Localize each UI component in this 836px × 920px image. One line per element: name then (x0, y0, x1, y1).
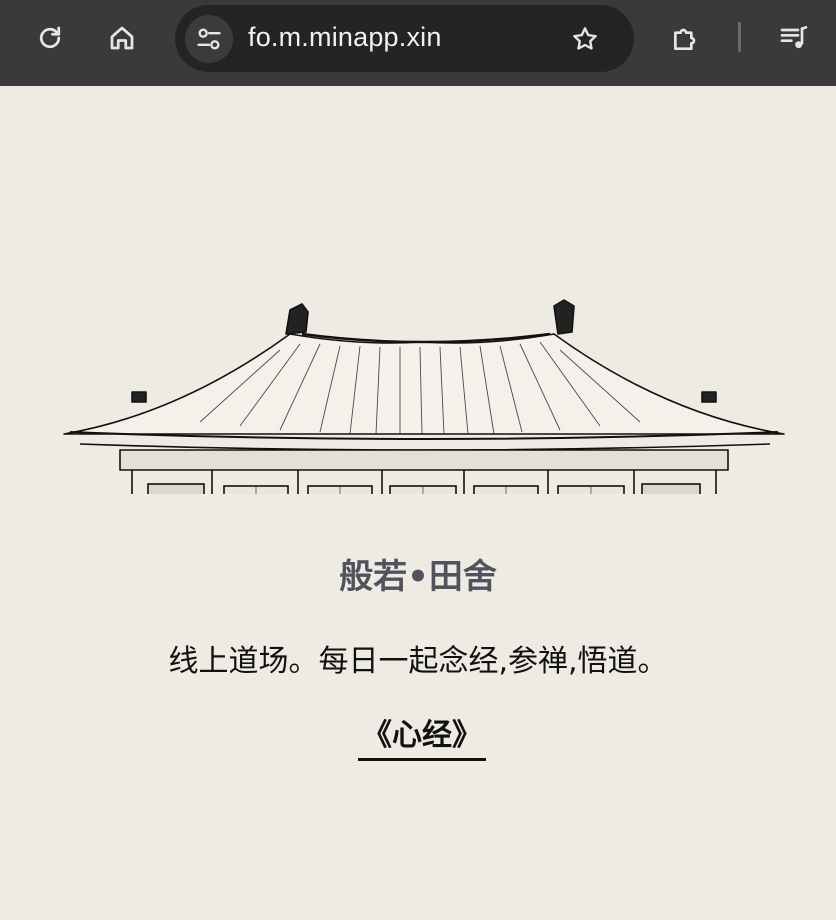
tune-icon (197, 28, 221, 50)
temple-illustration (63, 299, 785, 494)
home-button[interactable] (102, 18, 142, 58)
heart-sutra-link[interactable]: 《心经》 (358, 718, 486, 761)
url-text[interactable]: fo.m.minapp.xin (248, 22, 442, 53)
page-title: 般若•田舍 (339, 557, 497, 597)
toolbar-divider (738, 22, 741, 52)
bookmark-button[interactable] (565, 19, 605, 59)
media-controls-button[interactable] (774, 18, 814, 58)
extensions-button[interactable] (666, 18, 706, 58)
address-bar[interactable]: fo.m.minapp.xin (175, 5, 634, 72)
browser-toolbar: fo.m.minapp.xin (0, 0, 836, 86)
puzzle-icon (674, 28, 696, 50)
reload-icon (39, 26, 61, 49)
home-icon (110, 26, 134, 50)
reload-button[interactable] (30, 18, 70, 58)
page-content: 般若•田舍 线上道场。每日一起念经,参禅,悟道。 《心经》 (0, 86, 836, 920)
site-info-button[interactable] (185, 15, 233, 63)
star-icon (573, 27, 597, 50)
playlist-icon (780, 26, 808, 49)
tagline-text: 线上道场。每日一起念经,参禅,悟道。 (168, 644, 668, 679)
